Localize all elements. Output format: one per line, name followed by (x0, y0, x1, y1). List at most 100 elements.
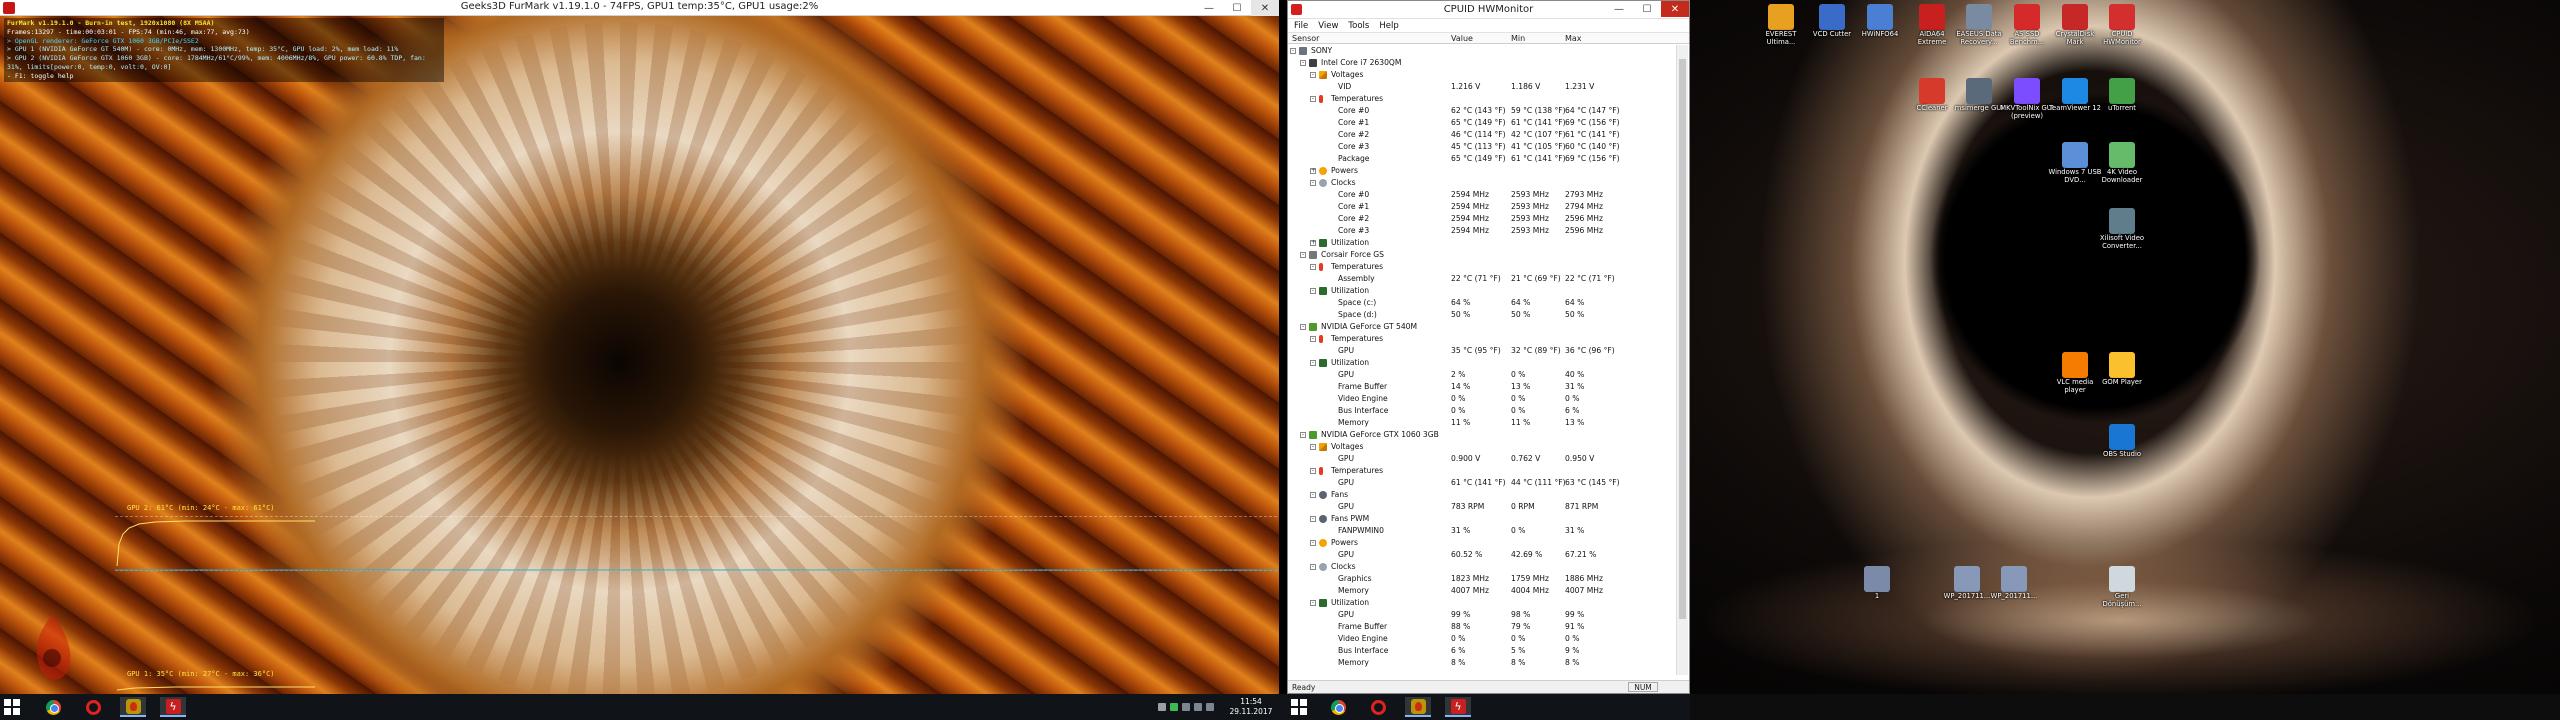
tray-app-icon[interactable] (1170, 703, 1178, 711)
menu-help[interactable]: Help (1379, 21, 1398, 31)
desktop-shortcut[interactable]: VLC media player (2048, 352, 2102, 394)
sensor-group-row[interactable]: - NVIDIA GeForce GTX 1060 3GB (1288, 429, 1676, 441)
sensor-row[interactable]: FANPWMIN0 31 % 0 % 31 % (1288, 525, 1676, 537)
sensor-row[interactable]: Video Engine 0 % 0 % 0 % (1288, 393, 1676, 405)
menu-file[interactable]: File (1294, 21, 1308, 31)
desktop-shortcut[interactable]: Xilisoft Video Converter... (2095, 208, 2149, 250)
sensor-group-row[interactable]: - Utilization (1288, 285, 1676, 297)
sensor-group-row[interactable]: - Utilization (1288, 357, 1676, 369)
sensor-row[interactable]: Core #2 2594 MHz 2593 MHz 2596 MHz (1288, 213, 1676, 225)
sensor-tree[interactable]: - SONY - Intel Core i7 2630QM - Voltages VID 1.… (1288, 45, 1676, 675)
hwmonitor-taskbar-icon[interactable]: ϟ (160, 697, 186, 717)
sensor-group-row[interactable]: - Clocks (1288, 561, 1676, 573)
collapse-icon[interactable]: - (1310, 264, 1316, 270)
close-button[interactable]: ✕ (1251, 0, 1279, 16)
sensor-group-row[interactable]: - Voltages (1288, 441, 1676, 453)
furmark-taskbar-icon[interactable] (120, 697, 146, 717)
sensor-group-row[interactable]: - Clocks (1288, 177, 1676, 189)
collapse-icon[interactable]: - (1300, 60, 1306, 66)
sensor-row[interactable]: Core #1 65 °C (149 °F) 61 °C (141 °F) 69 °C… (1288, 117, 1676, 129)
desktop-shortcut[interactable]: WP_201711... (1940, 566, 1994, 601)
sensor-group-row[interactable]: - Utilization (1288, 597, 1676, 609)
sensor-row[interactable]: Package 65 °C (149 °F) 61 °C (141 °F) 69 °C… (1288, 153, 1676, 165)
collapse-icon[interactable]: - (1310, 180, 1316, 186)
sensor-group-row[interactable]: - Corsair Force GS (1288, 249, 1676, 261)
sensor-row[interactable]: GPU 60.52 % 42.69 % 67.21 % (1288, 549, 1676, 561)
sensor-group-row[interactable]: + Powers (1288, 165, 1676, 177)
sensor-group-row[interactable]: - NVIDIA GeForce GT 540M (1288, 321, 1676, 333)
sensor-row[interactable]: Bus Interface 0 % 0 % 6 % (1288, 405, 1676, 417)
menu-tools[interactable]: Tools (1348, 21, 1369, 31)
collapse-icon[interactable]: - (1310, 516, 1316, 522)
sensor-group-row[interactable]: - Temperatures (1288, 333, 1676, 345)
vertical-scrollbar[interactable] (1676, 45, 1688, 675)
start-button[interactable] (1291, 699, 1307, 715)
sensor-group-row[interactable]: - Intel Core i7 2630QM (1288, 57, 1676, 69)
sensor-row[interactable]: Core #0 62 °C (143 °F) 59 °C (138 °F) 64 °C… (1288, 105, 1676, 117)
menu-view[interactable]: View (1318, 21, 1338, 31)
collapse-icon[interactable]: - (1310, 492, 1316, 498)
close-button[interactable]: ✕ (1661, 1, 1689, 17)
furmark-titlebar[interactable]: Geeks3D FurMark v1.19.1.0 - 74FPS, GPU1 … (0, 0, 1279, 16)
sensor-row[interactable]: GPU 783 RPM 0 RPM 871 RPM (1288, 501, 1676, 513)
tray-volume-icon[interactable] (1194, 703, 1202, 711)
desktop-shortcut[interactable]: uTorrent (2095, 78, 2149, 113)
maximize-button[interactable]: ☐ (1633, 1, 1661, 17)
maximize-button[interactable]: ☐ (1223, 0, 1251, 16)
collapse-icon[interactable]: - (1310, 600, 1316, 606)
furmark-taskbar-icon[interactable] (1405, 697, 1431, 717)
desktop-shortcut[interactable]: CCleaner (1905, 78, 1959, 113)
sensor-row[interactable]: GPU 35 °C (95 °F) 32 °C (89 °F) 36 °C (96 °… (1288, 345, 1676, 357)
desktop-shortcut[interactable]: Windows 7 USB DVD... (2048, 142, 2102, 184)
sensor-row[interactable]: Space (d:) 50 % 50 % 50 % (1288, 309, 1676, 321)
desktop-shortcut[interactable]: MKVToolNix GUI (preview) (2000, 78, 2054, 120)
collapse-icon[interactable]: - (1310, 96, 1316, 102)
sensor-group-row[interactable]: - Voltages (1288, 69, 1676, 81)
scrollbar-thumb[interactable] (1679, 59, 1686, 619)
sensor-row[interactable]: Core #2 46 °C (114 °F) 42 °C (107 °F) 61 °C… (1288, 129, 1676, 141)
tray-chevron-icon[interactable] (1158, 703, 1166, 711)
sensor-row[interactable]: GPU 0.900 V 0.762 V 0.950 V (1288, 453, 1676, 465)
collapse-icon[interactable]: - (1300, 252, 1306, 258)
collapse-icon[interactable]: - (1310, 564, 1316, 570)
sensor-row[interactable]: Graphics 1823 MHz 1759 MHz 1886 MHz (1288, 573, 1676, 585)
desktop-shortcut[interactable]: TeamViewer 12 (2048, 78, 2102, 113)
tray-battery-icon[interactable] (1206, 703, 1214, 711)
sensor-group-row[interactable]: - Fans (1288, 489, 1676, 501)
desktop-shortcut[interactable]: EASEUS Data Recovery... (1952, 4, 2006, 46)
desktop-shortcut[interactable]: msimerge GUI (1952, 78, 2006, 113)
column-header-max[interactable]: Max (1565, 34, 1582, 43)
desktop-shortcut[interactable]: Geri Dönüşüm... (2095, 566, 2149, 608)
sensor-row[interactable]: Video Engine 0 % 0 % 0 % (1288, 633, 1676, 645)
desktop-shortcut[interactable]: CrystalDisk Mark (2048, 4, 2102, 46)
collapse-icon[interactable]: - (1310, 468, 1316, 474)
desktop-shortcut[interactable]: VCD Cutter (1805, 4, 1859, 39)
expand-icon[interactable]: + (1310, 240, 1316, 246)
opera-icon[interactable] (1365, 697, 1391, 717)
desktop-shortcut[interactable]: 4K Video Downloader (2095, 142, 2149, 184)
desktop-shortcut[interactable]: HWiNFO64 (1853, 4, 1907, 39)
sensor-row[interactable]: Core #0 2594 MHz 2593 MHz 2793 MHz (1288, 189, 1676, 201)
collapse-icon[interactable]: - (1310, 360, 1316, 366)
desktop-shortcut[interactable]: 1 (1850, 566, 1904, 601)
sensor-row[interactable]: Memory 11 % 11 % 13 % (1288, 417, 1676, 429)
column-header-sensor[interactable]: Sensor (1292, 34, 1319, 43)
sensor-row[interactable]: Core #3 45 °C (113 °F) 41 °C (105 °F) 60 °C… (1288, 141, 1676, 153)
start-button[interactable] (4, 699, 20, 715)
tray-network-icon[interactable] (1182, 703, 1190, 711)
sensor-row[interactable]: VID 1.216 V 1.186 V 1.231 V (1288, 81, 1676, 93)
collapse-icon[interactable]: - (1310, 444, 1316, 450)
hwmonitor-taskbar-icon[interactable]: ϟ (1445, 697, 1471, 717)
sensor-group-row[interactable]: - Temperatures (1288, 261, 1676, 273)
hwmonitor-titlebar[interactable]: CPUID HWMonitor — ☐ ✕ (1288, 1, 1689, 19)
expand-icon[interactable]: + (1310, 168, 1316, 174)
sensor-row[interactable]: Space (c:) 64 % 64 % 64 % (1288, 297, 1676, 309)
desktop-shortcut[interactable]: WP_201711... (1987, 566, 2041, 601)
desktop-shortcut[interactable]: AS SSD Benchm... (2000, 4, 2054, 46)
collapse-icon[interactable]: - (1300, 324, 1306, 330)
minimize-button[interactable]: — (1195, 0, 1223, 16)
sensor-row[interactable]: Memory 4007 MHz 4004 MHz 4007 MHz (1288, 585, 1676, 597)
desktop[interactable]: EVEREST Ultima... VCD Cutter HWiNFO64 AIDA6… (1690, 0, 2560, 720)
sensor-row[interactable]: GPU 99 % 98 % 99 % (1288, 609, 1676, 621)
sensor-group-row[interactable]: + Utilization (1288, 237, 1676, 249)
